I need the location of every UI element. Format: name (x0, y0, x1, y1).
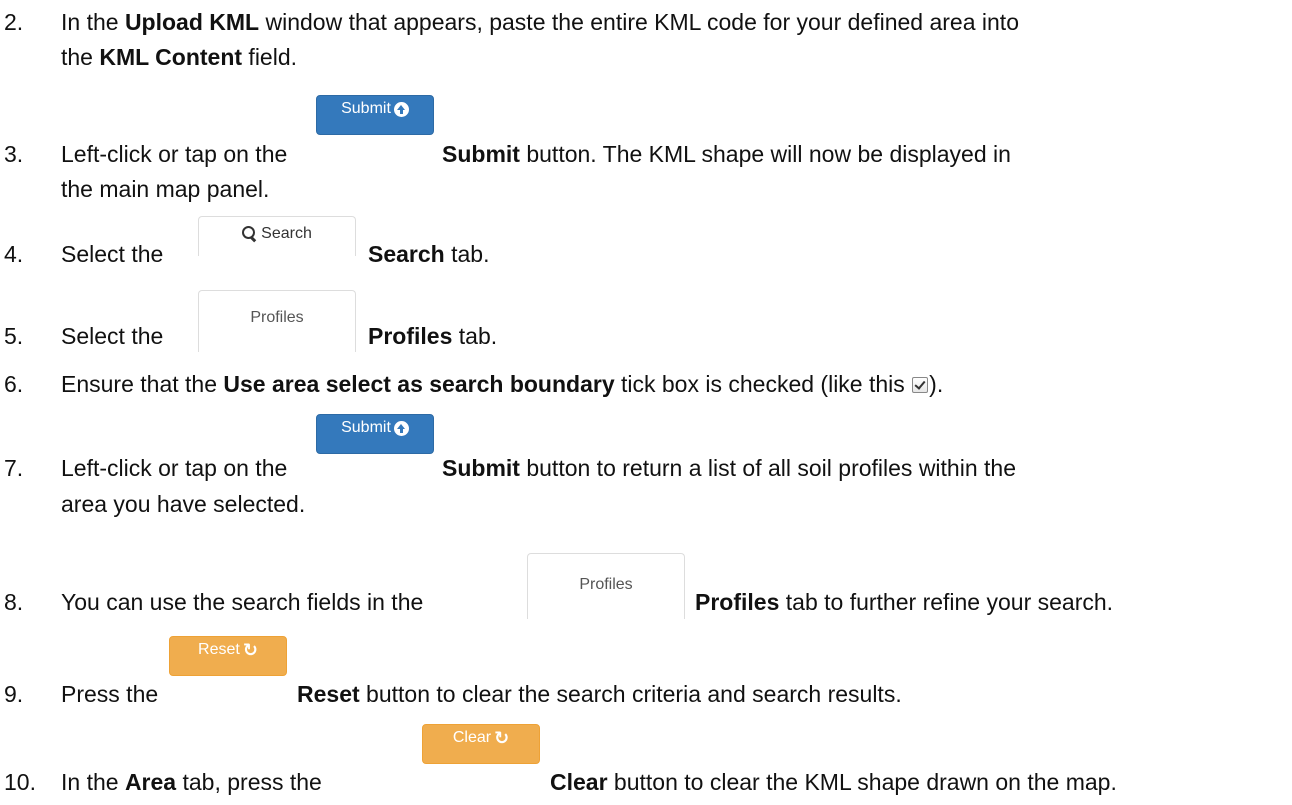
step-text-line-1: In the Upload KML window that appears, p… (61, 9, 1019, 35)
step-number: 7. (4, 455, 24, 481)
circle-arrow-up-icon (393, 420, 409, 436)
step-number: 6. (4, 371, 24, 397)
clear-button[interactable]: Clear ↻ (422, 724, 540, 764)
refresh-icon: ↻ (494, 728, 510, 748)
step-text-line-1: Select the (61, 323, 164, 349)
submit-button[interactable]: Submit (316, 414, 434, 454)
step-text-line-2: area you have selected. (61, 491, 306, 517)
step-text-line-1b: Submit button to return a list of all so… (442, 455, 1016, 481)
step-number: 3. (4, 141, 24, 167)
step-text-line-1: In the Area tab, press the (61, 769, 322, 795)
step-text-line-1b: Profiles tab to further refine your sear… (695, 589, 1114, 615)
upload-kml-label: Upload KML (124, 9, 260, 35)
tab-search[interactable]: Search (198, 216, 356, 256)
magnifier-icon (242, 226, 258, 243)
step-text-line-1b: Profiles tab. (368, 323, 498, 349)
step-text-line-1: Left-click or tap on the (61, 455, 288, 481)
step-text-line-1: Press the (61, 681, 159, 707)
step-number: 4. (4, 241, 24, 267)
step-text-line-1b: Search tab. (368, 241, 490, 267)
step-text-line-1: Select the (61, 241, 164, 267)
step-number: 8. (4, 589, 24, 615)
step-number: 5. (4, 323, 24, 349)
circle-arrow-up-icon (393, 101, 409, 117)
kml-content-label: KML Content (99, 44, 243, 70)
step-text-line-1b: Reset button to clear the search criteri… (297, 681, 902, 707)
step-text-line-1: You can use the search fields in the (61, 589, 424, 615)
step-number: 9. (4, 681, 24, 707)
checked-checkbox-icon (912, 377, 929, 393)
step-text-line-1: Ensure that the Use area select as searc… (61, 371, 944, 397)
step-text-line-1b: Submit button. The KML shape will now be… (442, 141, 1011, 167)
step-text-line-1: Left-click or tap on the (61, 141, 288, 167)
step-number: 10. (4, 769, 36, 795)
refresh-icon: ↻ (242, 640, 258, 660)
use-area-select-label: Use area select as search boundary (223, 371, 615, 397)
submit-button[interactable]: Submit (316, 95, 434, 135)
step-text-line-2: the main map panel. (61, 176, 270, 202)
tab-profiles[interactable]: Profiles (198, 290, 356, 352)
tab-profiles[interactable]: Profiles (527, 553, 685, 619)
reset-button[interactable]: Reset ↻ (169, 636, 287, 676)
step-text-line-2: the KML Content field. (61, 44, 298, 70)
area-tab-label: Area (124, 769, 177, 795)
step-text-line-1b: Clear button to clear the KML shape draw… (550, 769, 1117, 795)
step-number: 2. (4, 9, 24, 35)
